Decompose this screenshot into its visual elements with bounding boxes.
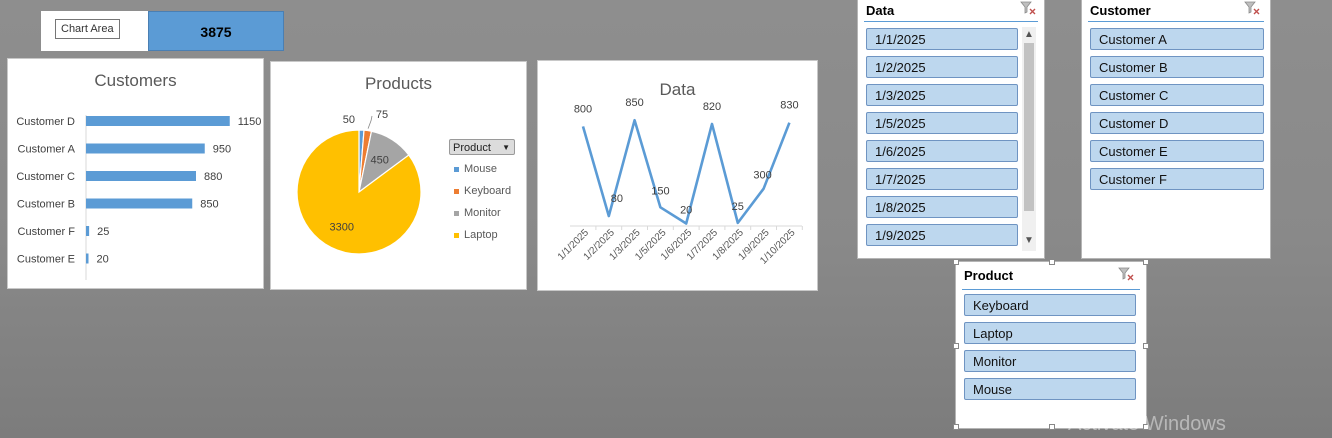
category-tick-label: Customer D — [16, 116, 75, 128]
slicer-item[interactable]: 1/9/2025 — [866, 224, 1018, 246]
category-tick-label: Customer F — [18, 226, 76, 238]
leader-line — [367, 115, 373, 129]
bar-data-label: 850 — [200, 199, 218, 211]
slicer-item[interactable]: 1/3/2025 — [866, 84, 1018, 106]
products-pie-plot: 50 75 450 3300 — [296, 109, 422, 255]
category-tick-label: Customer C — [16, 171, 75, 183]
clear-filter-icon[interactable] — [1244, 1, 1260, 15]
slice-data-label: 450 — [370, 155, 388, 167]
slicer-item[interactable]: 1/7/2025 — [866, 168, 1018, 190]
data-slicer-header: Data — [866, 3, 895, 18]
product-slicer[interactable]: Product Keyboard Laptop Monitor Mouse — [953, 259, 1149, 430]
bar — [86, 226, 90, 236]
slicer-item[interactable]: Customer A — [1090, 28, 1264, 50]
bar-data-label: 880 — [204, 171, 222, 183]
category-tick-label: Customer E — [17, 254, 75, 266]
slicer-header-divider — [962, 289, 1140, 290]
chevron-up-icon[interactable]: ▲ — [1022, 29, 1036, 41]
resize-handle[interactable] — [1049, 424, 1055, 430]
legend-entry: Laptop — [454, 229, 498, 241]
activate-windows-watermark: Activate Windows — [1068, 413, 1226, 435]
customers-chart[interactable]: Customers Customer D 1150 Customer A 950 Cus… — [7, 58, 264, 289]
dropdown-arrow-icon: ▼ — [502, 143, 510, 152]
slicer-item[interactable]: 1/5/2025 — [866, 112, 1018, 134]
legend-label: Monitor — [464, 207, 501, 219]
legend-entry: Monitor — [454, 207, 501, 219]
resize-handle[interactable] — [953, 259, 959, 265]
slicer-item[interactable]: 1/2/2025 — [866, 56, 1018, 78]
resize-handle[interactable] — [953, 343, 959, 349]
point-data-label: 830 — [780, 100, 798, 112]
bar-data-label: 1150 — [238, 116, 262, 128]
bar — [86, 116, 230, 126]
legend-filter-label: Product — [453, 142, 491, 154]
slicer-item[interactable]: Mouse — [964, 378, 1136, 400]
clear-filter-icon[interactable] — [1118, 267, 1134, 281]
product-slicer-header: Product — [964, 268, 1014, 283]
legend-swatch — [454, 232, 459, 238]
data-line-plot: 1/1/20251/2/20251/3/20251/5/20251/6/2025… — [556, 97, 803, 267]
slicer-header-divider — [864, 21, 1038, 22]
bar — [86, 198, 193, 209]
slicer-item[interactable]: Laptop — [964, 322, 1136, 344]
customer-slicer[interactable]: Customer Customer A Customer B Customer C C… — [1081, 0, 1271, 259]
bar-data-label: 20 — [97, 254, 109, 266]
chevron-down-icon[interactable]: ▼ — [1022, 235, 1036, 247]
customer-slicer-header: Customer — [1090, 3, 1151, 18]
bar — [86, 253, 89, 264]
slicer-item[interactable]: 1/6/2025 — [866, 140, 1018, 162]
point-data-label: 80 — [611, 193, 623, 205]
chart-area-tooltip: Chart Area — [55, 19, 120, 39]
clear-filter-icon[interactable] — [1020, 1, 1036, 15]
point-data-label: 300 — [753, 170, 771, 182]
products-chart[interactable]: Products 50 75 450 3300 Product ▼ Mouse Keyb… — [270, 61, 527, 290]
point-data-label: 20 — [680, 205, 692, 217]
point-data-label: 150 — [651, 185, 669, 197]
bar-data-label: 950 — [213, 144, 231, 156]
data-slicer[interactable]: Data 1/1/2025 1/2/2025 1/3/2025 1/5/2025 1/6… — [857, 0, 1045, 259]
slice-data-label: 3300 — [329, 221, 353, 233]
bar — [86, 143, 205, 154]
legend-entry: Mouse — [454, 163, 497, 175]
resize-handle[interactable] — [1143, 259, 1149, 265]
legend-label: Laptop — [464, 229, 498, 241]
slicer-item[interactable]: Customer B — [1090, 56, 1264, 78]
slicer-item[interactable]: Customer F — [1090, 168, 1264, 190]
slicer-item[interactable]: 1/1/2025 — [866, 28, 1018, 50]
slicer-item[interactable]: Keyboard — [964, 294, 1136, 316]
point-data-label: 850 — [625, 97, 643, 109]
legend-entry: Keyboard — [454, 185, 511, 197]
scroll-thumb[interactable] — [1024, 43, 1034, 211]
legend-swatch — [454, 166, 459, 172]
category-tick-label: Customer B — [17, 199, 75, 211]
data-line-chart[interactable]: Data 1/1/2025 1/2/2025 1/3/2025 1/5/2025 1/6… — [537, 60, 818, 291]
slice-data-label: 75 — [376, 109, 388, 121]
legend-label: Mouse — [464, 163, 498, 175]
slicer-item[interactable]: 1/8/2025 — [866, 196, 1018, 218]
point-data-label: 25 — [732, 201, 744, 213]
slicer-item[interactable]: Monitor — [964, 350, 1136, 372]
resize-handle[interactable] — [1143, 343, 1149, 349]
resize-handle[interactable] — [1049, 259, 1055, 265]
slicer-header-divider — [1088, 21, 1264, 22]
point-data-label: 800 — [574, 103, 592, 115]
slicer-item[interactable]: Customer D — [1090, 112, 1264, 134]
bar — [86, 171, 196, 181]
total-value[interactable]: 3875 — [148, 11, 284, 51]
bar-data-label: 25 — [97, 226, 109, 238]
legend-swatch — [454, 210, 459, 216]
product-legend-filter-button[interactable]: Product ▼ — [449, 139, 515, 155]
customers-bar-plot: Customer D 1150 Customer A 950 Customer C 880… — [16, 115, 262, 280]
legend-label: Keyboard — [464, 185, 512, 197]
slice-data-label: 50 — [343, 114, 355, 126]
slicer-item[interactable]: Customer C — [1090, 84, 1264, 106]
legend-swatch — [454, 188, 459, 194]
data-slicer-scrollbar[interactable]: ▲ ▼ — [1022, 27, 1036, 251]
category-tick-label: Customer A — [18, 144, 76, 156]
resize-handle[interactable] — [953, 424, 959, 430]
point-data-label: 820 — [703, 101, 721, 113]
slicer-item[interactable]: Customer E — [1090, 140, 1264, 162]
